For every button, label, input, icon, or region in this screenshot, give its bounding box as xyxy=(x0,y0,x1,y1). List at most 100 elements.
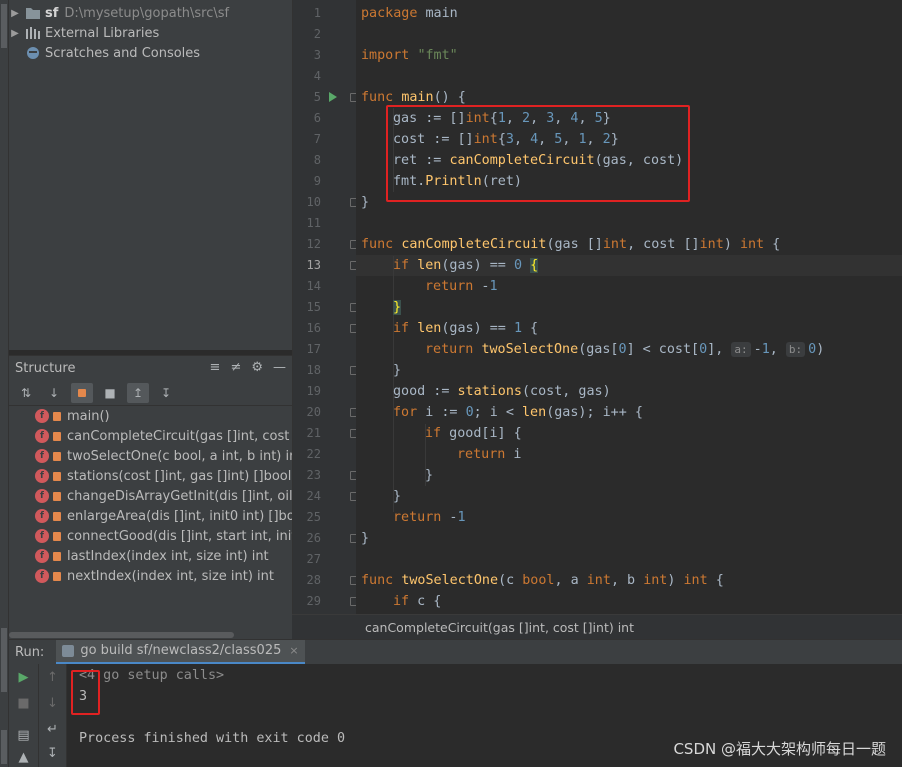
structure-list: f main() f canCompleteCircuit(gas []int, co… xyxy=(9,406,292,586)
code-line[interactable]: return -1 xyxy=(361,507,466,528)
code-token: (c xyxy=(498,573,523,588)
line-number: 15 xyxy=(306,300,321,314)
code-token: ; i < xyxy=(473,405,522,420)
gear-icon[interactable]: ⚙ xyxy=(251,360,263,375)
code-token: if xyxy=(393,594,410,609)
code-line[interactable]: func canCompleteCircuit(gas []int, cost … xyxy=(361,234,780,255)
arrow-up-icon[interactable]: ↑ xyxy=(39,670,66,685)
code-token: good[i] { xyxy=(441,426,522,441)
code-token: "fmt" xyxy=(417,48,458,63)
library-icon xyxy=(26,27,40,39)
structure-item[interactable]: f enlargeArea(dis []int, init0 int) []boo… xyxy=(9,506,292,526)
run-tab-label: go build sf/newclass2/class025 xyxy=(80,643,282,658)
sort-visibility-icon[interactable]: ↓ xyxy=(43,383,65,403)
structure-item[interactable]: f canCompleteCircuit(gas []int, cost []in… xyxy=(9,426,292,446)
scroll-to-end-icon[interactable]: ↧ xyxy=(39,746,66,761)
code-token: (gas) == xyxy=(441,258,514,273)
stop-icon[interactable]: ■ xyxy=(9,696,38,711)
autoscroll-from-source-icon[interactable]: ↧ xyxy=(155,383,177,403)
code-token: twoSelectOne xyxy=(481,342,579,357)
structure-header-tools: ≡ ≠ ⚙ — xyxy=(210,360,286,375)
sort-alpha-icon[interactable]: ⇅ xyxy=(15,383,37,403)
line-number: 14 xyxy=(306,279,321,293)
structure-item[interactable]: f stations(cost []int, gas []int) []bool xyxy=(9,466,292,486)
expand-all-icon[interactable]: ≡ xyxy=(210,360,221,375)
external-libraries-row[interactable]: ▶ External Libraries xyxy=(9,23,159,43)
watermark: CSDN @福大大架构师每日一题 xyxy=(673,740,886,758)
line-number: 12 xyxy=(306,237,321,251)
code-line[interactable]: package main xyxy=(361,3,458,24)
code-token: if xyxy=(425,426,442,441)
function-icon: f xyxy=(35,569,49,583)
structure-item[interactable]: f twoSelectOne(c bool, a int, b int) int xyxy=(9,446,292,466)
structure-item[interactable]: f nextIndex(index int, size int) int xyxy=(9,566,292,586)
rerun-icon[interactable]: ▶ xyxy=(9,670,38,685)
code-token: b: xyxy=(785,342,806,357)
code-token: 0 xyxy=(513,258,522,273)
code-line[interactable]: } xyxy=(361,528,369,549)
code-token: a: xyxy=(731,342,751,357)
code-line[interactable]: good := stations(cost, gas) xyxy=(361,381,611,402)
code-line[interactable]: if len(gas) == 1 { xyxy=(361,318,538,339)
code-line[interactable]: return i xyxy=(361,444,522,465)
structure-item[interactable]: f main() xyxy=(9,406,292,426)
lock-icon xyxy=(53,531,61,541)
code-line[interactable]: func twoSelectOne(c bool, a int, b int) … xyxy=(361,570,724,591)
show-private-icon[interactable] xyxy=(71,382,93,403)
code-editor[interactable]: package main import "fmt" func main() {gas… xyxy=(356,0,902,614)
collapse-all-icon[interactable]: ≠ xyxy=(230,360,241,375)
scratches-row[interactable]: Scratches and Consoles xyxy=(9,43,200,63)
close-icon[interactable]: × xyxy=(289,644,298,657)
code-token: , a xyxy=(554,573,587,588)
pin-icon[interactable]: ▲ xyxy=(9,750,38,765)
run-icon[interactable] xyxy=(329,92,337,102)
line-number: 28 xyxy=(306,573,321,587)
code-line[interactable]: } xyxy=(361,486,401,507)
chevron-right-icon[interactable]: ▶ xyxy=(9,28,21,39)
run-tab[interactable]: go build sf/newclass2/class025 × xyxy=(56,639,305,665)
code-token: , b xyxy=(610,573,644,588)
line-number: 10 xyxy=(306,195,321,209)
line-number: 24 xyxy=(306,489,321,503)
structure-item[interactable]: f connectGood(dis []int, start int, init0… xyxy=(9,526,292,546)
arrow-down-icon[interactable]: ↓ xyxy=(39,696,66,711)
code-token: (gas [] xyxy=(546,237,603,252)
code-line[interactable]: for i := 0; i < len(gas); i++ { xyxy=(361,402,643,423)
lock-icon xyxy=(53,511,61,521)
line-number: 23 xyxy=(306,468,321,482)
minimize-icon[interactable]: — xyxy=(273,360,286,375)
code-line[interactable]: if c { xyxy=(361,591,441,612)
code-line[interactable]: return -1 xyxy=(361,276,498,297)
layout-icon[interactable]: ▤ xyxy=(9,728,38,743)
soft-wrap-icon[interactable]: ↵ xyxy=(39,722,66,737)
code-token: 1 xyxy=(513,321,522,336)
autoscroll-to-source-icon[interactable]: ↥ xyxy=(127,382,149,403)
code-line[interactable]: } xyxy=(361,192,369,213)
code-line[interactable]: if len(gas) == 0 { xyxy=(361,255,539,276)
code-line[interactable]: return twoSelectOne(gas[0] < cost[0], a:… xyxy=(361,339,824,360)
horizontal-scrollbar[interactable] xyxy=(9,632,234,638)
console-setup-calls[interactable]: <4 go setup calls> xyxy=(79,665,224,686)
favorites-tool-tab[interactable] xyxy=(1,730,7,764)
structure-item[interactable]: f changeDisArrayGetInit(dis []int, oil []… xyxy=(9,486,292,506)
code-token: return xyxy=(457,447,506,462)
code-line[interactable]: import "fmt" xyxy=(361,45,458,66)
show-fields-icon[interactable]: ■ xyxy=(99,383,121,403)
project-root-row[interactable]: ▶ sf D:\mysetup\gopath\src\sf xyxy=(9,3,229,23)
line-number: 1 xyxy=(313,6,321,20)
chevron-right-icon[interactable]: ▶ xyxy=(9,8,21,19)
code-token: if xyxy=(393,321,410,336)
code-line[interactable]: } xyxy=(361,465,433,486)
lock-icon xyxy=(53,451,61,461)
structure-tool-tab[interactable] xyxy=(1,628,7,692)
breadcrumb[interactable]: canCompleteCircuit(gas []int, cost []int… xyxy=(292,614,902,639)
code-line[interactable]: } xyxy=(361,360,401,381)
code-token: i xyxy=(505,447,522,462)
code-line[interactable]: if good[i] { xyxy=(361,423,522,444)
code-token: } xyxy=(425,468,434,483)
line-number: 22 xyxy=(306,447,321,461)
structure-item[interactable]: f lastIndex(index int, size int) int xyxy=(9,546,292,566)
project-tool-tab[interactable] xyxy=(1,4,7,48)
code-line[interactable]: } xyxy=(361,297,402,318)
